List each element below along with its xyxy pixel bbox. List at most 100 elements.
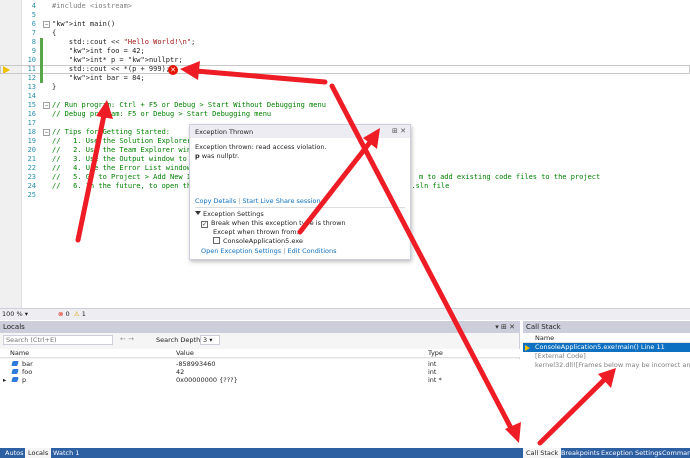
variable-value[interactable]: -858993460 bbox=[176, 360, 216, 368]
break-checkbox[interactable]: ✓ bbox=[201, 221, 208, 228]
code-text: "kw">int* p = "kw">nullptr; bbox=[68, 56, 183, 64]
line-number: 18 bbox=[27, 128, 36, 136]
code-line[interactable]: 4 #include <iostream> bbox=[0, 2, 690, 11]
code-line[interactable]: 10 "kw">int* p = "kw">nullptr; bbox=[0, 56, 690, 65]
line-number: 20 bbox=[27, 146, 36, 154]
line-number: 7 bbox=[31, 29, 36, 37]
code-line[interactable]: 8 std::cout << "Hello World!\n"; bbox=[0, 38, 690, 47]
editor-status-strip: 100 % ▾ ⊗ 0 ⚠ 1 bbox=[0, 308, 690, 320]
variable-type: int bbox=[428, 360, 437, 368]
search-back-icon[interactable]: ← bbox=[120, 335, 126, 343]
line-number: 24 bbox=[27, 182, 36, 190]
code-line[interactable]: 9 "kw">int foo = 42; bbox=[0, 47, 690, 56]
call-stack-frame[interactable]: [External Code] bbox=[523, 352, 690, 361]
code-text: // 2. Use the Team Explorer windo bbox=[52, 146, 200, 154]
line-number: 21 bbox=[27, 155, 36, 163]
tab-locals[interactable]: Locals bbox=[25, 448, 52, 458]
code-line[interactable]: 16 // Debug program: F5 or Debug > Start … bbox=[0, 110, 690, 119]
tab-breakpoints[interactable]: Breakpoints bbox=[558, 448, 603, 458]
code-editor[interactable]: 4 #include <iostream> 5 6 "kw">int main() −7{… bbox=[0, 0, 690, 308]
locals-row[interactable]: foo 42 int bbox=[0, 368, 520, 376]
collapse-icon[interactable]: − bbox=[43, 21, 50, 28]
open-exception-settings-link[interactable]: Open Exception Settings bbox=[201, 247, 281, 255]
pin-icon[interactable]: ⊞ bbox=[392, 127, 398, 135]
code-line[interactable]: 6 "kw">int main() − bbox=[0, 20, 690, 29]
locals-toolbar: Search (Ctrl+E) ← → Search Depth: 3 ▾ bbox=[0, 333, 519, 346]
code-line[interactable]: 12 "kw">int bar = 84; bbox=[0, 74, 690, 83]
except-label: Except when thrown from: bbox=[213, 228, 299, 236]
error-icon[interactable]: ✕ bbox=[168, 65, 178, 75]
code-text: { bbox=[52, 29, 57, 37]
module-label: ConsoleApplication5.exe bbox=[223, 237, 303, 245]
column-header-value[interactable]: Value bbox=[176, 349, 194, 358]
line-number: 13 bbox=[27, 83, 36, 91]
call-stack-frame[interactable]: ConsoleApplication5.exe!main() Line 11 bbox=[523, 343, 690, 352]
frame-text: kernel32.dll![Frames below may be incorr… bbox=[535, 361, 690, 369]
locals-title: Locals bbox=[3, 323, 25, 331]
code-text: "kw">int main() bbox=[52, 20, 116, 28]
code-line[interactable]: 5 bbox=[0, 11, 690, 20]
break-when-thrown-row[interactable]: ✓ Break when this exception type is throw… bbox=[195, 219, 346, 228]
close-icon[interactable]: ✕ bbox=[509, 323, 515, 331]
copy-details-link[interactable]: Copy Details bbox=[195, 197, 236, 205]
column-header-type[interactable]: Type bbox=[428, 349, 443, 358]
edit-conditions-link[interactable]: Edit Conditions bbox=[287, 247, 336, 255]
expand-arrow-icon[interactable]: ▸ bbox=[3, 376, 6, 384]
code-text: std::cout << "Hello World!\n"; bbox=[52, 38, 196, 46]
exception-helper-popup: Exception Thrown ⊞ ✕ Exception thrown: r… bbox=[189, 124, 411, 260]
call-stack-column-name[interactable]: Name bbox=[523, 333, 690, 343]
tab-watch-1[interactable]: Watch 1 bbox=[50, 448, 82, 458]
column-header-name[interactable]: Name bbox=[10, 349, 29, 358]
collapse-icon[interactable]: − bbox=[43, 129, 50, 136]
live-share-link[interactable]: Start Live Share session... bbox=[242, 197, 326, 205]
collapse-icon[interactable]: − bbox=[43, 102, 50, 109]
code-line[interactable]: 7{ bbox=[0, 29, 690, 38]
tab-exception-settings[interactable]: Exception Settings bbox=[598, 448, 665, 458]
code-line[interactable]: 14 bbox=[0, 92, 690, 101]
frame-text: ConsoleApplication5.exe!main() Line 11 bbox=[535, 343, 665, 351]
code-text: "kw">int bar = 84; bbox=[68, 74, 145, 82]
call-stack-title-bar: Call Stack bbox=[523, 321, 690, 333]
exception-settings-header: Exception Settings bbox=[203, 210, 264, 218]
line-number: 4 bbox=[31, 2, 36, 10]
call-stack-rows: ConsoleApplication5.exe!main() Line 11 [E… bbox=[523, 343, 690, 370]
exception-settings-toggle[interactable]: Exception Settings bbox=[195, 210, 346, 219]
locals-row[interactable]: ▸ p 0x00000000 {???} int * bbox=[0, 376, 520, 384]
search-depth-select[interactable]: 3 ▾ bbox=[200, 335, 220, 345]
change-marker bbox=[40, 38, 43, 47]
close-icon[interactable]: ✕ bbox=[400, 127, 406, 135]
variable-name: foo bbox=[22, 368, 33, 376]
change-marker bbox=[40, 56, 43, 65]
change-marker bbox=[40, 74, 43, 83]
variable-value[interactable]: 42 bbox=[176, 368, 184, 376]
search-depth-label: Search Depth: bbox=[156, 336, 203, 344]
code-line[interactable]: 13} bbox=[0, 83, 690, 92]
line-number: 6 bbox=[31, 20, 36, 28]
variable-value[interactable]: 0x00000000 {???} bbox=[176, 376, 238, 384]
code-text: } bbox=[52, 83, 57, 91]
code-line[interactable]: 11 std::cout << *(p + 999); bbox=[0, 65, 690, 74]
exception-header: Exception Thrown ⊞ ✕ bbox=[190, 125, 410, 138]
divider bbox=[195, 207, 405, 208]
pin-icon[interactable]: ⊞ bbox=[501, 323, 507, 331]
error-warning-indicator[interactable]: ⊗ 0 ⚠ 1 bbox=[58, 309, 86, 320]
variable-icon bbox=[11, 377, 19, 382]
module-checkbox[interactable] bbox=[213, 237, 220, 244]
window-menu-icon[interactable]: ▾ bbox=[495, 323, 499, 331]
locals-search-input[interactable]: Search (Ctrl+E) bbox=[3, 335, 113, 345]
line-number: 22 bbox=[27, 164, 36, 172]
code-line[interactable]: 15 // Run program: Ctrl + F5 or Debug > S… bbox=[0, 101, 690, 110]
tab-call-stack[interactable]: Call Stack bbox=[523, 448, 562, 458]
zoom-level[interactable]: 100 % ▾ bbox=[2, 309, 28, 320]
module-row[interactable]: ConsoleApplication5.exe bbox=[195, 237, 346, 246]
code-text: "kw">int foo = 42; bbox=[68, 47, 145, 55]
error-count-icon: ⊗ bbox=[58, 310, 64, 318]
tab-autos[interactable]: Autos bbox=[2, 448, 26, 458]
code-text: std::cout << *(p + 999); bbox=[52, 65, 171, 73]
call-stack-frame[interactable]: kernel32.dll![Frames below may be incorr… bbox=[523, 361, 690, 370]
search-forward-icon[interactable]: → bbox=[128, 335, 134, 343]
locals-row[interactable]: bar -858993460 int bbox=[0, 360, 520, 368]
tab-command[interactable]: Command bbox=[659, 448, 690, 458]
variable-name: bar bbox=[22, 360, 33, 368]
code-text: // Run program: Ctrl + F5 or Debug > Sta… bbox=[52, 101, 326, 109]
